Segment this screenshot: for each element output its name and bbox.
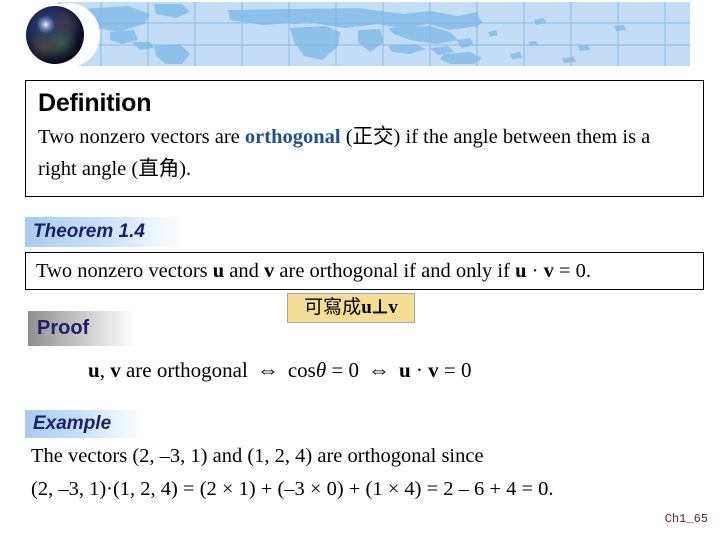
- proof-cos-label: cos: [287, 358, 316, 382]
- proof-theta-symbol: θ: [315, 358, 327, 382]
- callout-vector-u: u: [361, 297, 372, 318]
- proof-banner: Proof: [28, 311, 136, 346]
- proof-equation: u, v are orthogonal ⇔ cosθ = 0 ⇔ u · v = 0: [88, 355, 648, 385]
- callout-note: 可寫成u⊥v: [287, 293, 415, 323]
- theorem-statement: Two nonzero vectors u and v are orthogon…: [36, 260, 591, 283]
- proof-vector-u2: u: [398, 358, 411, 382]
- theorem-statement-box: Two nonzero vectors u and v are orthogon…: [25, 252, 704, 290]
- definition-body: Two nonzero vectors are orthogonal (正交) …: [38, 121, 691, 185]
- theorem-text-2: are orthogonal if and only if: [274, 259, 516, 282]
- example-banner: Example: [25, 410, 143, 438]
- example-body: The vectors (2, –3, 1) and (1, 2, 4) are…: [31, 440, 691, 506]
- definition-text-before: Two nonzero vectors are: [38, 126, 245, 148]
- iff-icon-1: ⇔: [256, 357, 279, 382]
- world-map-banner: [58, 2, 690, 66]
- proof-vector-v2: v: [428, 358, 439, 382]
- definition-keyword-orthogonal: orthogonal: [244, 126, 341, 148]
- globe-sphere: [26, 6, 84, 64]
- theorem-vector-u2: u: [515, 259, 527, 282]
- proof-dot-operator: ·: [410, 358, 429, 382]
- theorem-vector-u: u: [212, 259, 225, 282]
- definition-box: Definition Two nonzero vectors are ortho…: [25, 80, 704, 197]
- example-line-1: The vectors (2, –3, 1) and (1, 2, 4) are…: [31, 445, 484, 467]
- proof-vector-u: u: [88, 358, 100, 382]
- callout-text-prefix: 可寫成: [304, 297, 362, 318]
- proof-mid-equals: = 0: [326, 358, 359, 382]
- proof-rhs-equals: = 0: [438, 358, 472, 382]
- world-map-icon: [58, 2, 690, 66]
- iff-icon-2: ⇔: [367, 357, 390, 382]
- theorem-text-1: Two nonzero vectors: [36, 259, 213, 282]
- globe-icon: [18, 0, 104, 70]
- perpendicular-icon: ⊥: [371, 297, 389, 318]
- header-banner: [0, 0, 720, 68]
- callout-vector-v: v: [388, 297, 398, 318]
- theorem-vector-v2: v: [543, 259, 554, 282]
- theorem-vector-v: v: [264, 259, 275, 282]
- proof-lhs-text: are orthogonal: [120, 358, 248, 382]
- example-line-2: (2, –3, 1)·(1, 2, 4) = (2 × 1) + (–3 × 0…: [31, 478, 554, 500]
- proof-comma: ,: [99, 358, 111, 382]
- definition-heading: Definition: [38, 89, 152, 117]
- slide-footer-label: Ch1_65: [664, 512, 708, 526]
- theorem-text-end: = 0.: [553, 259, 591, 282]
- theorem-text-and: and: [224, 259, 265, 282]
- theorem-dot-operator: ·: [526, 259, 544, 282]
- proof-vector-v: v: [110, 358, 121, 382]
- theorem-banner: Theorem 1.4: [25, 217, 185, 247]
